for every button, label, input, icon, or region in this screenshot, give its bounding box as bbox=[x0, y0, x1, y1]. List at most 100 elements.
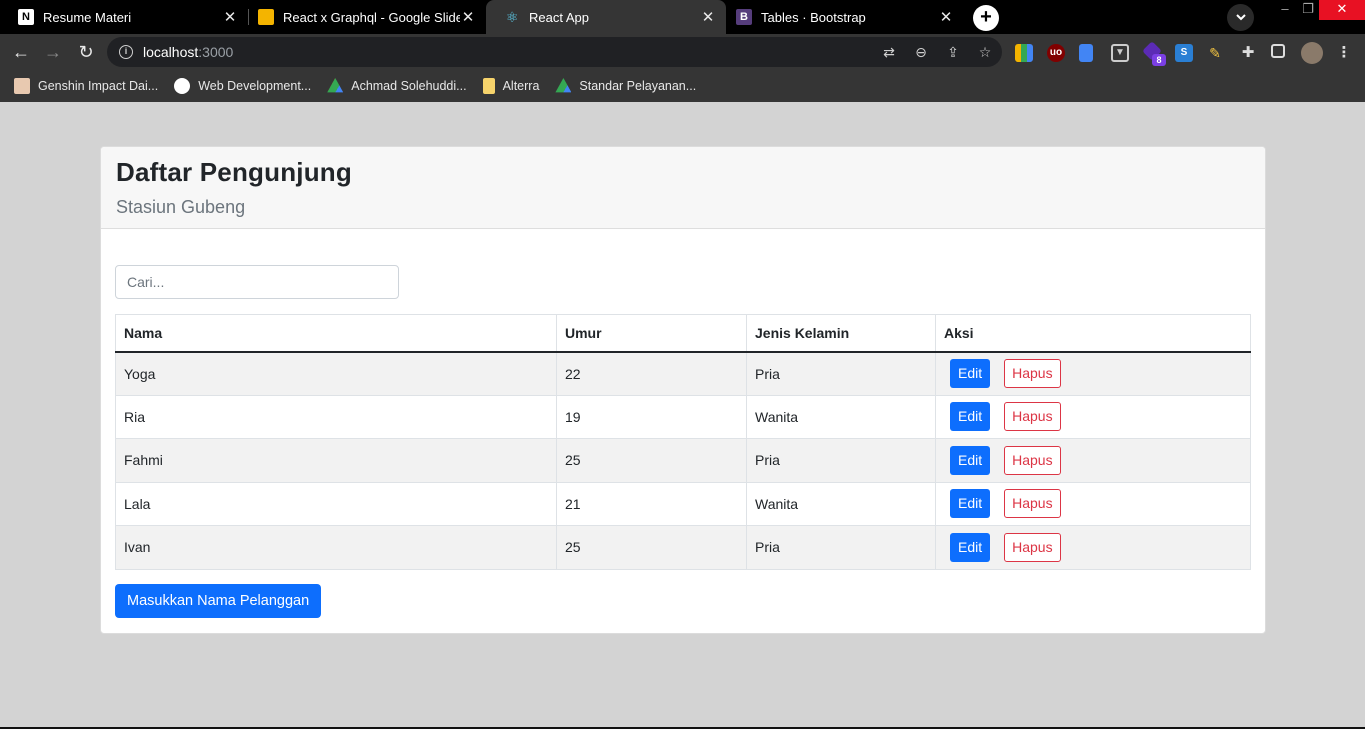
s-extension-icon[interactable]: S bbox=[1175, 44, 1193, 62]
table-row: Lala 21 Wanita Edit Hapus bbox=[115, 481, 1251, 526]
table-header-row: Nama Umur Jenis Kelamin Aksi bbox=[115, 314, 1251, 353]
translate-icon[interactable]: ⇄ bbox=[880, 43, 898, 61]
bootstrap-icon: B bbox=[736, 9, 752, 25]
bookmark-label: Achmad Solehuddi... bbox=[351, 79, 467, 93]
avatar[interactable] bbox=[1301, 42, 1323, 64]
delete-button[interactable]: Hapus bbox=[1004, 489, 1061, 519]
cell-umur: 21 bbox=[556, 481, 747, 526]
edit-button[interactable]: Edit bbox=[950, 359, 991, 388]
visitor-table: Nama Umur Jenis Kelamin Aksi Yoga 22 Pri… bbox=[115, 314, 1251, 570]
bookmark-label: Genshin Impact Dai... bbox=[38, 79, 159, 93]
ublock-icon[interactable]: uo bbox=[1047, 44, 1065, 62]
puzzle-icon[interactable]: ✚ bbox=[1239, 44, 1257, 62]
edit-button[interactable]: Edit bbox=[950, 532, 991, 562]
delete-button[interactable]: Hapus bbox=[1004, 445, 1061, 475]
browser-toolbar: ← → ↻ i localhost:3000 ⇄ ⊖ ⇪ ☆ uo ▼ 8 S … bbox=[0, 34, 1365, 70]
column-header-aksi: Aksi bbox=[935, 314, 1251, 353]
react-icon: ⚛ bbox=[505, 8, 519, 25]
tab-search-button[interactable] bbox=[1227, 4, 1254, 31]
address-bar[interactable]: i localhost:3000 ⇄ ⊖ ⇪ ☆ bbox=[107, 37, 1002, 67]
pencil-extension-icon[interactable]: ✎ bbox=[1206, 44, 1224, 62]
share-icon[interactable]: ⇪ bbox=[944, 43, 962, 61]
cell-aksi: Edit Hapus bbox=[935, 525, 1251, 570]
notion-icon: N bbox=[18, 9, 34, 25]
extension-badge-count: 8 bbox=[1152, 54, 1166, 66]
cell-aksi: Edit Hapus bbox=[935, 394, 1251, 439]
close-icon[interactable]: ✕ bbox=[460, 8, 476, 26]
bookmark-achmad[interactable]: Achmad Solehuddi... bbox=[327, 78, 467, 94]
page-title: Daftar Pengunjung bbox=[116, 157, 352, 187]
close-icon[interactable]: ✕ bbox=[700, 8, 716, 26]
url-host: localhost bbox=[143, 44, 199, 60]
cell-jenis-kelamin: Pria bbox=[746, 438, 936, 483]
column-header-jenis-kelamin: Jenis Kelamin bbox=[746, 314, 936, 353]
bookmark-web-development[interactable]: Web Development... bbox=[174, 78, 311, 94]
visitor-card: Daftar Pengunjung Stasiun Gubeng Nama Um… bbox=[100, 146, 1266, 634]
edit-button[interactable]: Edit bbox=[950, 402, 991, 432]
shield-icon[interactable]: ▼ bbox=[1111, 44, 1129, 62]
delete-button[interactable]: Hapus bbox=[1004, 402, 1061, 432]
cell-umur: 22 bbox=[556, 351, 747, 396]
docs-extension-icon[interactable] bbox=[1079, 44, 1093, 62]
bookmark-label: Alterra bbox=[502, 79, 540, 93]
zoom-out-icon[interactable]: ⊖ bbox=[912, 43, 930, 61]
url-text: localhost:3000 bbox=[143, 44, 233, 60]
cell-aksi: Edit Hapus bbox=[935, 438, 1251, 483]
table-row: Yoga 22 Pria Edit Hapus bbox=[115, 351, 1251, 396]
star-icon[interactable]: ☆ bbox=[976, 43, 994, 61]
cell-jenis-kelamin: Pria bbox=[746, 525, 936, 570]
tab-title: Tables · Bootstrap bbox=[761, 9, 866, 25]
table-row: Ivan 25 Pria Edit Hapus bbox=[115, 525, 1251, 570]
new-tab-button[interactable]: + bbox=[973, 5, 999, 31]
reload-button[interactable]: ↻ bbox=[73, 40, 99, 64]
window-close-button[interactable]: ✕ bbox=[1319, 0, 1365, 20]
tab-resume-materi[interactable]: N Resume Materi ✕ bbox=[0, 0, 248, 34]
bookmark-label: Standar Pelayanan... bbox=[579, 79, 697, 93]
cell-nama: Fahmi bbox=[115, 438, 557, 483]
drive-icon bbox=[327, 78, 344, 93]
cell-umur: 25 bbox=[556, 438, 747, 483]
tab-title: Resume Materi bbox=[43, 9, 132, 25]
cell-jenis-kelamin: Pria bbox=[746, 351, 936, 396]
menu-icon[interactable]: ⋮ bbox=[1335, 44, 1353, 62]
dicoding-icon bbox=[174, 78, 191, 94]
genshin-icon bbox=[14, 78, 30, 94]
cell-jenis-kelamin: Wanita bbox=[746, 481, 936, 526]
back-button[interactable]: ← bbox=[8, 40, 34, 64]
delete-button[interactable]: Hapus bbox=[1004, 359, 1061, 388]
tab-bootstrap-tables[interactable]: B Tables · Bootstrap ✕ bbox=[718, 0, 964, 34]
forward-button[interactable]: → bbox=[40, 40, 66, 64]
folder-icon bbox=[482, 78, 495, 94]
table-row: Fahmi 25 Pria Edit Hapus bbox=[115, 438, 1251, 483]
column-header-umur: Umur bbox=[556, 314, 747, 353]
color-palette-extension-icon[interactable] bbox=[1015, 44, 1033, 62]
card-header: Daftar Pengunjung Stasiun Gubeng bbox=[101, 147, 1265, 229]
close-icon[interactable]: ✕ bbox=[938, 8, 954, 26]
search-input[interactable] bbox=[115, 265, 399, 299]
cell-nama: Yoga bbox=[115, 351, 557, 396]
tab-google-slides[interactable]: React x Graphql - Google Slides ✕ bbox=[240, 0, 486, 34]
edit-button[interactable]: Edit bbox=[950, 445, 991, 475]
column-header-nama: Nama bbox=[115, 314, 557, 353]
tab-title: React x Graphql - Google Slides bbox=[283, 9, 460, 25]
bookmarks-bar: Genshin Impact Dai... Web Development...… bbox=[0, 70, 1365, 102]
cell-nama: Ivan bbox=[115, 525, 557, 570]
edit-button[interactable]: Edit bbox=[950, 489, 991, 519]
cell-umur: 19 bbox=[556, 394, 747, 439]
bookmark-alterra[interactable]: Alterra bbox=[482, 78, 540, 94]
drive-icon bbox=[555, 78, 572, 93]
info-icon[interactable]: i bbox=[119, 45, 133, 59]
bookmark-label: Web Development... bbox=[198, 79, 312, 93]
add-visitor-button[interactable]: Masukkan Nama Pelanggan bbox=[115, 584, 322, 618]
page-subtitle: Stasiun Gubeng bbox=[116, 197, 246, 217]
side-panel-icon[interactable] bbox=[1271, 44, 1285, 58]
bookmark-genshin[interactable]: Genshin Impact Dai... bbox=[14, 78, 158, 94]
url-port: :3000 bbox=[198, 44, 234, 60]
close-icon[interactable]: ✕ bbox=[222, 8, 238, 26]
cell-aksi: Edit Hapus bbox=[935, 351, 1251, 396]
cell-nama: Ria bbox=[115, 394, 557, 439]
cell-nama: Lala bbox=[115, 481, 557, 526]
bookmark-standar-pelayanan[interactable]: Standar Pelayanan... bbox=[555, 78, 696, 94]
tab-react-app[interactable]: ⚛ React App ✕ bbox=[486, 0, 726, 34]
delete-button[interactable]: Hapus bbox=[1004, 532, 1061, 562]
